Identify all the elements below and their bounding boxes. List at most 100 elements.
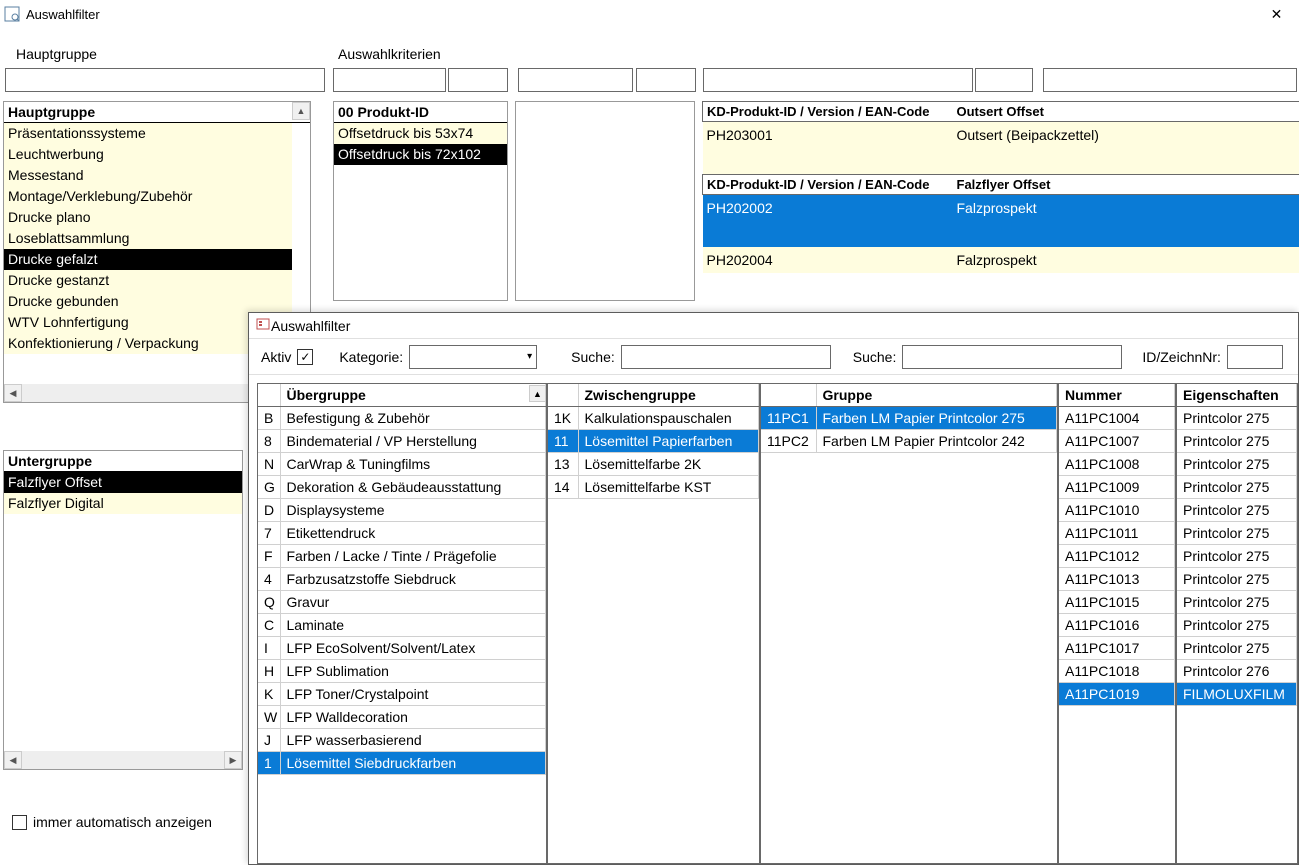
list-item[interactable]: Drucke gestanzt xyxy=(4,270,292,291)
table-row[interactable]: HLFP Sublimation xyxy=(258,660,546,683)
list-item[interactable]: Leuchtwerbung xyxy=(4,144,292,165)
untergruppe-list[interactable]: Untergruppe Falzflyer Offset Falzflyer D… xyxy=(3,450,243,770)
table-row[interactable]: A11PC1018 xyxy=(1059,660,1175,683)
table-row[interactable]: FFarben / Lacke / Tinte / Prägefolie xyxy=(258,545,546,568)
table-row[interactable]: Printcolor 275 xyxy=(1177,522,1297,545)
scrollbar-horizontal[interactable]: ◀ ▶ xyxy=(4,751,242,769)
table-row[interactable]: A11PC1004 xyxy=(1059,407,1175,430)
list-item-selected[interactable]: Offsetdruck bis 72x102 xyxy=(334,144,507,165)
table-row[interactable]: A11PC1013 xyxy=(1059,568,1175,591)
window-auswahlfilter-2[interactable]: Auswahlfilter Aktiv ✓ Kategorie: ▾ Suche… xyxy=(248,312,1299,865)
scroll-up-icon[interactable]: ▲ xyxy=(529,385,546,402)
id-zeichn-input[interactable] xyxy=(1227,345,1283,369)
table-row[interactable]: DDisplaysysteme xyxy=(258,499,546,522)
kd-row[interactable]: PH203001 Outsert (Beipackzettel) xyxy=(703,122,1299,149)
table-row[interactable]: A11PC1019 xyxy=(1059,683,1175,706)
kd-name: Falzprospekt xyxy=(953,195,1299,222)
table-row[interactable]: ILFP EcoSolvent/Solvent/Latex xyxy=(258,637,546,660)
table-row[interactable]: Printcolor 275 xyxy=(1177,568,1297,591)
kd-row-selected-ext[interactable] xyxy=(703,221,1299,247)
table-row[interactable]: QGravur xyxy=(258,591,546,614)
scroll-track[interactable] xyxy=(22,751,224,769)
table-row[interactable]: NCarWrap & Tuningfilms xyxy=(258,453,546,476)
nummer-grid[interactable]: Nummer A11PC1004A11PC1007A11PC1008A11PC1… xyxy=(1058,383,1176,864)
table-row[interactable]: A11PC1012 xyxy=(1059,545,1175,568)
table-row[interactable]: Printcolor 275 xyxy=(1177,499,1297,522)
table-row[interactable]: 1Lösemittel Siebdruckfarben xyxy=(258,752,546,775)
close-button-1[interactable]: ✕ xyxy=(1254,0,1299,28)
gruppe-grid[interactable]: Gruppe 11PC1Farben LM Papier Printcolor … xyxy=(760,383,1058,864)
kategorie-combo[interactable]: ▾ xyxy=(409,345,537,369)
table-row[interactable]: 11PC1Farben LM Papier Printcolor 275 xyxy=(761,407,1057,430)
table-row[interactable]: Printcolor 276 xyxy=(1177,660,1297,683)
criteria-input-1[interactable] xyxy=(333,68,446,92)
kd-row-selected[interactable]: PH202002 Falzprospekt xyxy=(703,195,1299,222)
table-row[interactable]: A11PC1011 xyxy=(1059,522,1175,545)
list-item[interactable]: Messestand xyxy=(4,165,292,186)
table-row[interactable]: Printcolor 275 xyxy=(1177,545,1297,568)
criteria-input-4[interactable] xyxy=(636,68,696,92)
titlebar-2[interactable]: Auswahlfilter xyxy=(249,313,1298,339)
table-row[interactable]: A11PC1017 xyxy=(1059,637,1175,660)
table-row[interactable]: Printcolor 275 xyxy=(1177,453,1297,476)
list-item-selected[interactable]: Falzflyer Offset xyxy=(4,472,242,493)
hauptgruppe-filter-input[interactable] xyxy=(5,68,325,92)
table-row[interactable]: BBefestigung & Zubehör xyxy=(258,407,546,430)
table-row[interactable]: 14Lösemittelfarbe KST xyxy=(548,476,759,499)
table-row[interactable]: Printcolor 275 xyxy=(1177,476,1297,499)
immer-auto-row[interactable]: immer automatisch anzeigen xyxy=(12,814,212,830)
table-row[interactable]: Printcolor 275 xyxy=(1177,407,1297,430)
table-row[interactable]: Printcolor 275 xyxy=(1177,614,1297,637)
list-item[interactable]: Offsetdruck bis 53x74 xyxy=(334,123,507,144)
scroll-up-icon[interactable]: ▲ xyxy=(292,102,310,120)
table-row[interactable]: A11PC1010 xyxy=(1059,499,1175,522)
criteria-input-2[interactable] xyxy=(448,68,508,92)
table-row[interactable]: 1KKalkulationspauschalen xyxy=(548,407,759,430)
scroll-right-icon[interactable]: ▶ xyxy=(224,751,242,769)
table-row[interactable]: Printcolor 275 xyxy=(1177,637,1297,660)
uebergruppe-grid[interactable]: Übergruppe BBefestigung & Zubehör8Bindem… xyxy=(257,383,547,864)
table-row[interactable]: 4Farbzusatzstoffe Siebdruck xyxy=(258,568,546,591)
list-item[interactable]: Loseblattsammlung xyxy=(4,228,292,249)
list-item[interactable]: Präsentationssysteme xyxy=(4,123,292,144)
immer-auto-checkbox[interactable] xyxy=(12,815,27,830)
suche-input-1[interactable] xyxy=(621,345,831,369)
criteria-input-3[interactable] xyxy=(518,68,633,92)
table-row[interactable]: KLFP Toner/Crystalpoint xyxy=(258,683,546,706)
kd-row[interactable]: PH202004 Falzprospekt xyxy=(703,247,1299,273)
criteria-input-7[interactable] xyxy=(1043,68,1297,92)
table-row[interactable]: A11PC1016 xyxy=(1059,614,1175,637)
scroll-left-icon[interactable]: ◀ xyxy=(4,751,22,769)
list-item[interactable]: Montage/Verklebung/Zubehör xyxy=(4,186,292,207)
produkt-id-list[interactable]: 00 Produkt-ID Offsetdruck bis 53x74 Offs… xyxy=(333,101,508,301)
table-row[interactable]: CLaminate xyxy=(258,614,546,637)
table-row[interactable]: 7Etikettendruck xyxy=(258,522,546,545)
suche-input-2[interactable] xyxy=(902,345,1122,369)
table-row[interactable]: 11Lösemittel Papierfarben xyxy=(548,430,759,453)
table-row[interactable]: Printcolor 275 xyxy=(1177,591,1297,614)
criteria-input-6[interactable] xyxy=(975,68,1033,92)
scroll-left-icon[interactable]: ◀ xyxy=(4,384,22,402)
eigenschaften-grid[interactable]: Eigenschaften Printcolor 275Printcolor 2… xyxy=(1176,383,1298,864)
table-row[interactable]: 11PC2Farben LM Papier Printcolor 242 xyxy=(761,430,1057,453)
table-row[interactable]: A11PC1009 xyxy=(1059,476,1175,499)
table-row[interactable]: GDekoration & Gebäudeausstattung xyxy=(258,476,546,499)
aktiv-checkbox[interactable]: ✓ xyxy=(297,349,313,365)
titlebar-1[interactable]: Auswahlfilter ✕ xyxy=(0,0,1299,28)
table-row[interactable]: JLFP wasserbasierend xyxy=(258,729,546,752)
zwischengruppe-grid[interactable]: Zwischengruppe 1KKalkulationspauschalen1… xyxy=(547,383,760,864)
table-row[interactable]: WLFP Walldecoration xyxy=(258,706,546,729)
list-item-selected[interactable]: Drucke gefalzt xyxy=(4,249,292,270)
criteria-input-5[interactable] xyxy=(703,68,973,92)
table-row[interactable]: FILMOLUXFILM xyxy=(1177,683,1297,706)
table-row[interactable]: A11PC1015 xyxy=(1059,591,1175,614)
table-row[interactable]: 13Lösemittelfarbe 2K xyxy=(548,453,759,476)
scrollbar-vertical[interactable]: ▲ xyxy=(529,385,546,402)
list-item[interactable]: Falzflyer Digital xyxy=(4,493,242,514)
list-item[interactable]: Drucke plano xyxy=(4,207,292,228)
list-item[interactable]: Drucke gebunden xyxy=(4,291,292,312)
table-row[interactable]: A11PC1008 xyxy=(1059,453,1175,476)
table-row[interactable]: A11PC1007 xyxy=(1059,430,1175,453)
table-row[interactable]: Printcolor 275 xyxy=(1177,430,1297,453)
table-row[interactable]: 8Bindematerial / VP Herstellung xyxy=(258,430,546,453)
